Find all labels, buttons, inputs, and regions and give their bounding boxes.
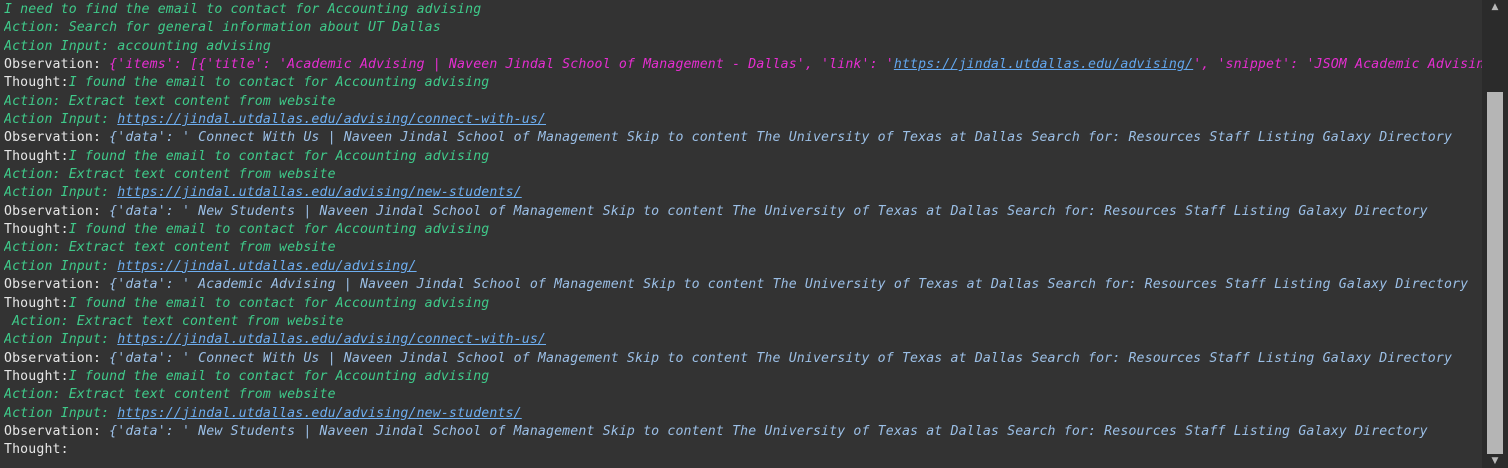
url-link[interactable]: https://jindal.utdallas.edu/advising/ — [894, 57, 1193, 72]
terminal-text: I found the email to contact for Account… — [68, 295, 490, 311]
terminal-text: Observation: — [4, 57, 110, 73]
scroll-thumb[interactable] — [1487, 92, 1503, 454]
terminal-text: Action: Extract text content from websit… — [4, 313, 344, 329]
terminal-text: Action Input: — [4, 112, 118, 128]
terminal-line: Action: Extract text content from websit… — [4, 166, 1482, 184]
terminal-line: Action: Extract text content from websit… — [4, 313, 1482, 331]
terminal-line: Action: Search for general information a… — [4, 19, 1482, 37]
url-link[interactable]: https://jindal.utdallas.edu/advising/new… — [117, 185, 521, 200]
terminal-text: Thought: — [4, 75, 69, 91]
terminal-line: Action Input: https://jindal.utdallas.ed… — [4, 331, 1482, 349]
terminal-lines: I need to find the email to contact for … — [4, 1, 1482, 460]
terminal-text: {'items': [{'title': 'Academic Advising … — [109, 57, 894, 73]
vertical-scrollbar[interactable]: ▲ ▼ — [1482, 0, 1508, 468]
url-link[interactable]: https://jindal.utdallas.edu/advising/con… — [117, 112, 546, 127]
terminal-line: Action Input: accounting advising — [4, 38, 1482, 56]
terminal-text: Thought: — [4, 148, 69, 164]
terminal-text: Action Input: — [4, 405, 118, 421]
terminal-text: {'data': ' Connect With Us | Naveen Jind… — [109, 130, 1453, 146]
terminal-text: I need to find the email to contact for … — [4, 2, 482, 17]
terminal-text: Action: Search for general information a… — [4, 20, 441, 36]
terminal-text: Action: Extract text content from websit… — [4, 93, 336, 109]
terminal-text: {'data': ' Academic Advising | Naveen Ji… — [109, 277, 1469, 293]
terminal-line: Action: Extract text content from websit… — [4, 239, 1482, 257]
terminal-text: Action Input: — [4, 332, 118, 348]
terminal-line: Thought:I found the email to contact for… — [4, 148, 1482, 166]
terminal-line: Observation: {'data': ' New Students | N… — [4, 423, 1482, 441]
terminal-line: I need to find the email to contact for … — [4, 1, 1482, 19]
terminal-text: Action Input: — [4, 185, 118, 201]
terminal-text: Thought: — [4, 368, 69, 384]
url-link[interactable]: https://jindal.utdallas.edu/advising/new… — [117, 406, 521, 421]
terminal-line: Thought: — [4, 441, 1482, 459]
terminal-text: {'data': ' Connect With Us | Naveen Jind… — [109, 350, 1453, 366]
terminal-line: Action: Extract text content from websit… — [4, 93, 1482, 111]
terminal-text: Observation: — [4, 350, 110, 366]
terminal-text: I found the email to contact for Account… — [68, 222, 490, 238]
terminal-text: Observation: — [4, 203, 110, 219]
terminal-text: {'data': ' New Students | Naveen Jindal … — [109, 203, 1428, 219]
scroll-up-arrow-icon[interactable]: ▲ — [1482, 0, 1508, 14]
terminal-text: Thought: — [4, 222, 69, 238]
terminal-line: Action Input: https://jindal.utdallas.ed… — [4, 405, 1482, 423]
terminal-text: Thought: — [4, 295, 69, 311]
terminal-line: Observation: {'items': [{'title': 'Acade… — [4, 56, 1482, 74]
terminal-text: Action: Extract text content from websit… — [4, 240, 336, 256]
terminal-text: Action Input: — [4, 258, 118, 274]
url-link[interactable]: https://jindal.utdallas.edu/advising/ — [117, 259, 416, 274]
terminal-text: I found the email to contact for Account… — [68, 368, 490, 384]
terminal-text: I found the email to contact for Account… — [68, 148, 490, 164]
scroll-track[interactable] — [1487, 14, 1503, 454]
terminal-text: Action: Extract text content from websit… — [4, 167, 336, 183]
terminal-line: Thought:I found the email to contact for… — [4, 74, 1482, 92]
terminal-line: Observation: {'data': ' Academic Advisin… — [4, 276, 1482, 294]
terminal-text: Action: Extract text content from websit… — [4, 387, 336, 403]
terminal-text: Observation: — [4, 277, 110, 293]
terminal-output: I need to find the email to contact for … — [0, 0, 1508, 468]
terminal-text: I found the email to contact for Account… — [68, 75, 490, 91]
terminal-line: Thought:I found the email to contact for… — [4, 221, 1482, 239]
terminal-text: Thought: — [4, 442, 69, 458]
terminal-line: Thought:I found the email to contact for… — [4, 295, 1482, 313]
terminal-line: Action Input: https://jindal.utdallas.ed… — [4, 184, 1482, 202]
terminal-line: Observation: {'data': ' Connect With Us … — [4, 350, 1482, 368]
terminal-line: Action Input: https://jindal.utdallas.ed… — [4, 111, 1482, 129]
terminal-line: Observation: {'data': ' New Students | N… — [4, 203, 1482, 221]
url-link[interactable]: https://jindal.utdallas.edu/advising/con… — [117, 332, 546, 347]
terminal-text: Action Input: accounting advising — [4, 38, 271, 54]
terminal-line: Thought:I found the email to contact for… — [4, 368, 1482, 386]
terminal-text: Observation: — [4, 423, 110, 439]
scroll-down-arrow-icon[interactable]: ▼ — [1482, 454, 1508, 468]
terminal-text: ', 'snippet': 'JSOM Academic Advising — [1193, 57, 1482, 73]
terminal-text: {'data': ' New Students | Naveen Jindal … — [109, 423, 1428, 439]
terminal-line: Action Input: https://jindal.utdallas.ed… — [4, 258, 1482, 276]
terminal-line: Action: Extract text content from websit… — [4, 386, 1482, 404]
terminal-text: Observation: — [4, 130, 110, 146]
terminal-line: Observation: {'data': ' Connect With Us … — [4, 129, 1482, 147]
